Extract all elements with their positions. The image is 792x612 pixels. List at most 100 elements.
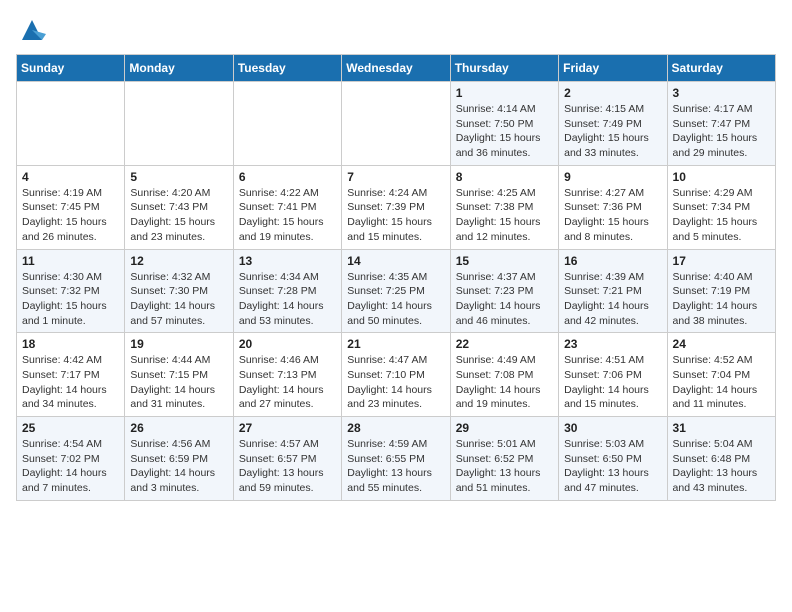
day-number: 2 (564, 86, 661, 100)
day-of-week-header: Monday (125, 55, 233, 82)
day-number: 12 (130, 254, 227, 268)
day-number: 28 (347, 421, 444, 435)
day-number: 25 (22, 421, 119, 435)
day-info: Sunrise: 4:15 AM Sunset: 7:49 PM Dayligh… (564, 102, 661, 161)
calendar-cell: 5 Sunrise: 4:20 AM Sunset: 7:43 PM Daylig… (125, 165, 233, 249)
day-info: Sunrise: 4:56 AM Sunset: 6:59 PM Dayligh… (130, 437, 227, 496)
calendar-cell: 21 Sunrise: 4:47 AM Sunset: 7:10 PM Dayli… (342, 333, 450, 417)
day-info: Sunrise: 4:34 AM Sunset: 7:28 PM Dayligh… (239, 270, 336, 329)
day-number: 26 (130, 421, 227, 435)
day-number: 8 (456, 170, 553, 184)
day-info: Sunrise: 4:40 AM Sunset: 7:19 PM Dayligh… (673, 270, 770, 329)
calendar-cell (342, 82, 450, 166)
day-info: Sunrise: 5:03 AM Sunset: 6:50 PM Dayligh… (564, 437, 661, 496)
day-info: Sunrise: 5:01 AM Sunset: 6:52 PM Dayligh… (456, 437, 553, 496)
day-number: 13 (239, 254, 336, 268)
calendar-cell: 15Sunrise: 4:37 AM Sunset: 7:23 PM Dayli… (450, 249, 558, 333)
day-info: Sunrise: 4:57 AM Sunset: 6:57 PM Dayligh… (239, 437, 336, 496)
day-number: 23 (564, 337, 661, 351)
day-info: Sunrise: 4:17 AM Sunset: 7:47 PM Dayligh… (673, 102, 770, 161)
calendar-week-row: 1Sunrise: 4:14 AM Sunset: 7:50 PM Daylig… (17, 82, 776, 166)
day-info: Sunrise: 4:51 AM Sunset: 7:06 PM Dayligh… (564, 353, 661, 412)
calendar-cell (233, 82, 341, 166)
day-info: Sunrise: 4:19 AM Sunset: 7:45 PM Dayligh… (22, 186, 119, 245)
calendar-cell: 20Sunrise: 4:46 AM Sunset: 7:13 PM Dayli… (233, 333, 341, 417)
calendar-cell: 7Sunrise: 4:24 AM Sunset: 7:39 PM Daylig… (342, 165, 450, 249)
calendar-cell: 28 Sunrise: 4:59 AM Sunset: 6:55 PM Dayli… (342, 417, 450, 501)
logo-icon (18, 16, 46, 44)
day-info: Sunrise: 4:32 AM Sunset: 7:30 PM Dayligh… (130, 270, 227, 329)
day-number: 7 (347, 170, 444, 184)
day-number: 29 (456, 421, 553, 435)
calendar-cell (125, 82, 233, 166)
day-number: 15 (456, 254, 553, 268)
day-number: 18 (22, 337, 119, 351)
day-number: 30 (564, 421, 661, 435)
day-number: 24 (673, 337, 770, 351)
calendar-week-row: 11Sunrise: 4:30 AM Sunset: 7:32 PM Dayli… (17, 249, 776, 333)
calendar-cell: 6Sunrise: 4:22 AM Sunset: 7:41 PM Daylig… (233, 165, 341, 249)
day-number: 14 (347, 254, 444, 268)
calendar-cell: 26 Sunrise: 4:56 AM Sunset: 6:59 PM Dayli… (125, 417, 233, 501)
day-info: Sunrise: 4:20 AM Sunset: 7:43 PM Dayligh… (130, 186, 227, 245)
day-info: Sunrise: 5:04 AM Sunset: 6:48 PM Dayligh… (673, 437, 770, 496)
calendar-cell (17, 82, 125, 166)
calendar-cell: 24Sunrise: 4:52 AM Sunset: 7:04 PM Dayli… (667, 333, 775, 417)
calendar-cell: 22 Sunrise: 4:49 AM Sunset: 7:08 PM Dayli… (450, 333, 558, 417)
day-info: Sunrise: 4:54 AM Sunset: 7:02 PM Dayligh… (22, 437, 119, 496)
calendar-cell: 8 Sunrise: 4:25 AM Sunset: 7:38 PM Daylig… (450, 165, 558, 249)
day-number: 11 (22, 254, 119, 268)
day-number: 6 (239, 170, 336, 184)
day-info: Sunrise: 4:49 AM Sunset: 7:08 PM Dayligh… (456, 353, 553, 412)
calendar-cell: 17 Sunrise: 4:40 AM Sunset: 7:19 PM Dayli… (667, 249, 775, 333)
calendar-cell: 29 Sunrise: 5:01 AM Sunset: 6:52 PM Dayli… (450, 417, 558, 501)
calendar-week-row: 4 Sunrise: 4:19 AM Sunset: 7:45 PM Daylig… (17, 165, 776, 249)
calendar-cell: 10 Sunrise: 4:29 AM Sunset: 7:34 PM Dayli… (667, 165, 775, 249)
calendar-cell: 27 Sunrise: 4:57 AM Sunset: 6:57 PM Dayli… (233, 417, 341, 501)
day-info: Sunrise: 4:47 AM Sunset: 7:10 PM Dayligh… (347, 353, 444, 412)
day-of-week-header: Friday (559, 55, 667, 82)
day-number: 22 (456, 337, 553, 351)
day-number: 20 (239, 337, 336, 351)
day-info: Sunrise: 4:59 AM Sunset: 6:55 PM Dayligh… (347, 437, 444, 496)
day-info: Sunrise: 4:42 AM Sunset: 7:17 PM Dayligh… (22, 353, 119, 412)
calendar-cell: 14 Sunrise: 4:35 AM Sunset: 7:25 PM Dayli… (342, 249, 450, 333)
day-info: Sunrise: 4:35 AM Sunset: 7:25 PM Dayligh… (347, 270, 444, 329)
calendar-cell: 13 Sunrise: 4:34 AM Sunset: 7:28 PM Dayli… (233, 249, 341, 333)
logo (16, 16, 46, 44)
day-number: 31 (673, 421, 770, 435)
calendar-cell: 4 Sunrise: 4:19 AM Sunset: 7:45 PM Daylig… (17, 165, 125, 249)
day-info: Sunrise: 4:25 AM Sunset: 7:38 PM Dayligh… (456, 186, 553, 245)
day-number: 16 (564, 254, 661, 268)
calendar-week-row: 18 Sunrise: 4:42 AM Sunset: 7:17 PM Dayli… (17, 333, 776, 417)
day-number: 27 (239, 421, 336, 435)
day-info: Sunrise: 4:27 AM Sunset: 7:36 PM Dayligh… (564, 186, 661, 245)
calendar-cell: 1Sunrise: 4:14 AM Sunset: 7:50 PM Daylig… (450, 82, 558, 166)
calendar-cell: 2 Sunrise: 4:15 AM Sunset: 7:49 PM Daylig… (559, 82, 667, 166)
day-info: Sunrise: 4:39 AM Sunset: 7:21 PM Dayligh… (564, 270, 661, 329)
calendar-week-row: 25 Sunrise: 4:54 AM Sunset: 7:02 PM Dayli… (17, 417, 776, 501)
day-of-week-header: Thursday (450, 55, 558, 82)
calendar-cell: 16 Sunrise: 4:39 AM Sunset: 7:21 PM Dayli… (559, 249, 667, 333)
calendar-cell: 18 Sunrise: 4:42 AM Sunset: 7:17 PM Dayli… (17, 333, 125, 417)
day-info: Sunrise: 4:44 AM Sunset: 7:15 PM Dayligh… (130, 353, 227, 412)
day-number: 10 (673, 170, 770, 184)
day-number: 9 (564, 170, 661, 184)
day-of-week-header: Wednesday (342, 55, 450, 82)
day-info: Sunrise: 4:29 AM Sunset: 7:34 PM Dayligh… (673, 186, 770, 245)
calendar-cell: 25 Sunrise: 4:54 AM Sunset: 7:02 PM Dayli… (17, 417, 125, 501)
day-of-week-header: Saturday (667, 55, 775, 82)
calendar-cell: 31 Sunrise: 5:04 AM Sunset: 6:48 PM Dayli… (667, 417, 775, 501)
page-header (16, 16, 776, 44)
calendar-cell: 3 Sunrise: 4:17 AM Sunset: 7:47 PM Daylig… (667, 82, 775, 166)
day-number: 5 (130, 170, 227, 184)
calendar-cell: 30 Sunrise: 5:03 AM Sunset: 6:50 PM Dayli… (559, 417, 667, 501)
calendar-header-row: SundayMondayTuesdayWednesdayThursdayFrid… (17, 55, 776, 82)
calendar-cell: 12 Sunrise: 4:32 AM Sunset: 7:30 PM Dayli… (125, 249, 233, 333)
day-number: 17 (673, 254, 770, 268)
calendar-table: SundayMondayTuesdayWednesdayThursdayFrid… (16, 54, 776, 501)
day-number: 3 (673, 86, 770, 100)
day-number: 4 (22, 170, 119, 184)
day-info: Sunrise: 4:14 AM Sunset: 7:50 PM Dayligh… (456, 102, 553, 161)
day-number: 21 (347, 337, 444, 351)
